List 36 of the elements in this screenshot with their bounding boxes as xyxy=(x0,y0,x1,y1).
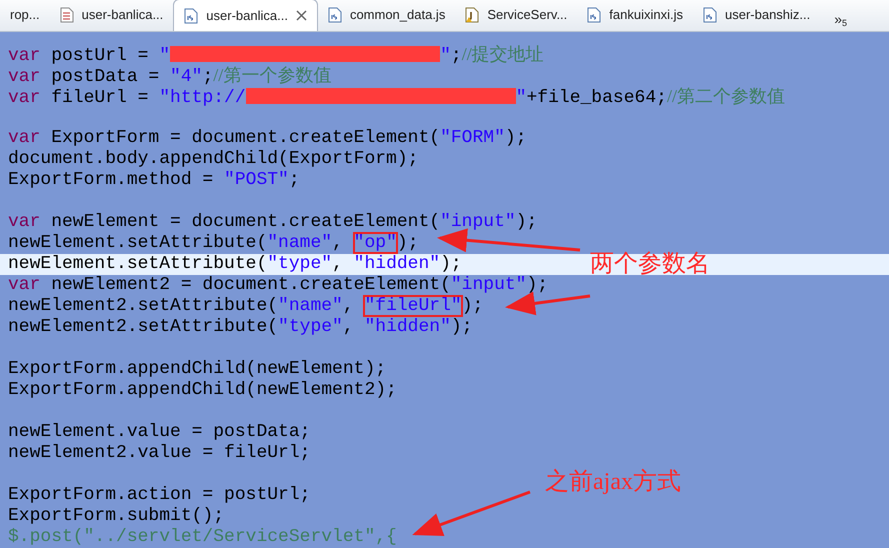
code-line: ExportForm.action = postUrl; xyxy=(8,485,310,506)
script-file-icon xyxy=(328,7,342,23)
code-line: var postData = "4";//第一个参数值 xyxy=(8,65,332,86)
editor-tab[interactable]: fankuixinxi.js xyxy=(577,0,693,31)
code-line: var newElement = document.createElement("input"); xyxy=(8,212,538,233)
code-line: newElement2.setAttribute("name", "fileUrl"); xyxy=(8,296,484,317)
editor-tab[interactable]: user-banlica... xyxy=(50,0,174,31)
script-file-icon xyxy=(184,8,198,24)
code-line: ExportForm.appendChild(newElement); xyxy=(8,359,386,380)
editor-tab[interactable]: ServiceServ... xyxy=(455,0,578,31)
code-line: newElement.setAttribute("name", "op"); xyxy=(8,233,418,254)
code-line: newElement2.setAttribute("type", "hidden"); xyxy=(8,317,472,338)
code-line: ExportForm.submit(); xyxy=(8,506,224,527)
script-file-icon xyxy=(702,7,717,23)
code-line: $.post("../servlet/ServiceServlet",{ xyxy=(8,527,397,548)
script-file-icon xyxy=(587,7,602,23)
editor-tab[interactable]: rop... xyxy=(0,0,50,31)
annotation-label: 两个参数名 xyxy=(590,250,710,279)
annotation-label: 之前ajax方式 xyxy=(545,468,681,497)
code-line: newElement.value = postData; xyxy=(8,422,310,443)
code-line: var newElement2 = document.createElement("input"); xyxy=(8,275,548,296)
overflow-tabs-button[interactable]: »$_{5}$ xyxy=(828,8,854,31)
code-line: ExportForm.appendChild(newElement2); xyxy=(8,380,397,401)
editor-tab[interactable]: user-banshiz... xyxy=(692,0,820,31)
java-file-icon xyxy=(465,7,480,23)
code-line: newElement2.value = fileUrl; xyxy=(8,443,310,464)
code-line: var ExportForm = document.createElement("FORM"); xyxy=(8,128,526,149)
code-line: var postUrl = " ";//提交地址 xyxy=(8,44,544,65)
code-line: ExportForm.method = "POST"; xyxy=(8,170,300,191)
editor-tab[interactable]: common_data.js xyxy=(318,0,456,31)
code-line: newElement.setAttribute("type", "hidden"); xyxy=(8,254,462,275)
close-icon[interactable] xyxy=(296,10,307,21)
editor-tab[interactable]: user-banlica... xyxy=(173,0,318,31)
code-line: var fileUrl = "http:// "+file_base64;//第二个参数值 xyxy=(8,86,785,107)
document-icon xyxy=(60,7,74,23)
code-line: document.body.appendChild(ExportForm); xyxy=(8,149,418,170)
